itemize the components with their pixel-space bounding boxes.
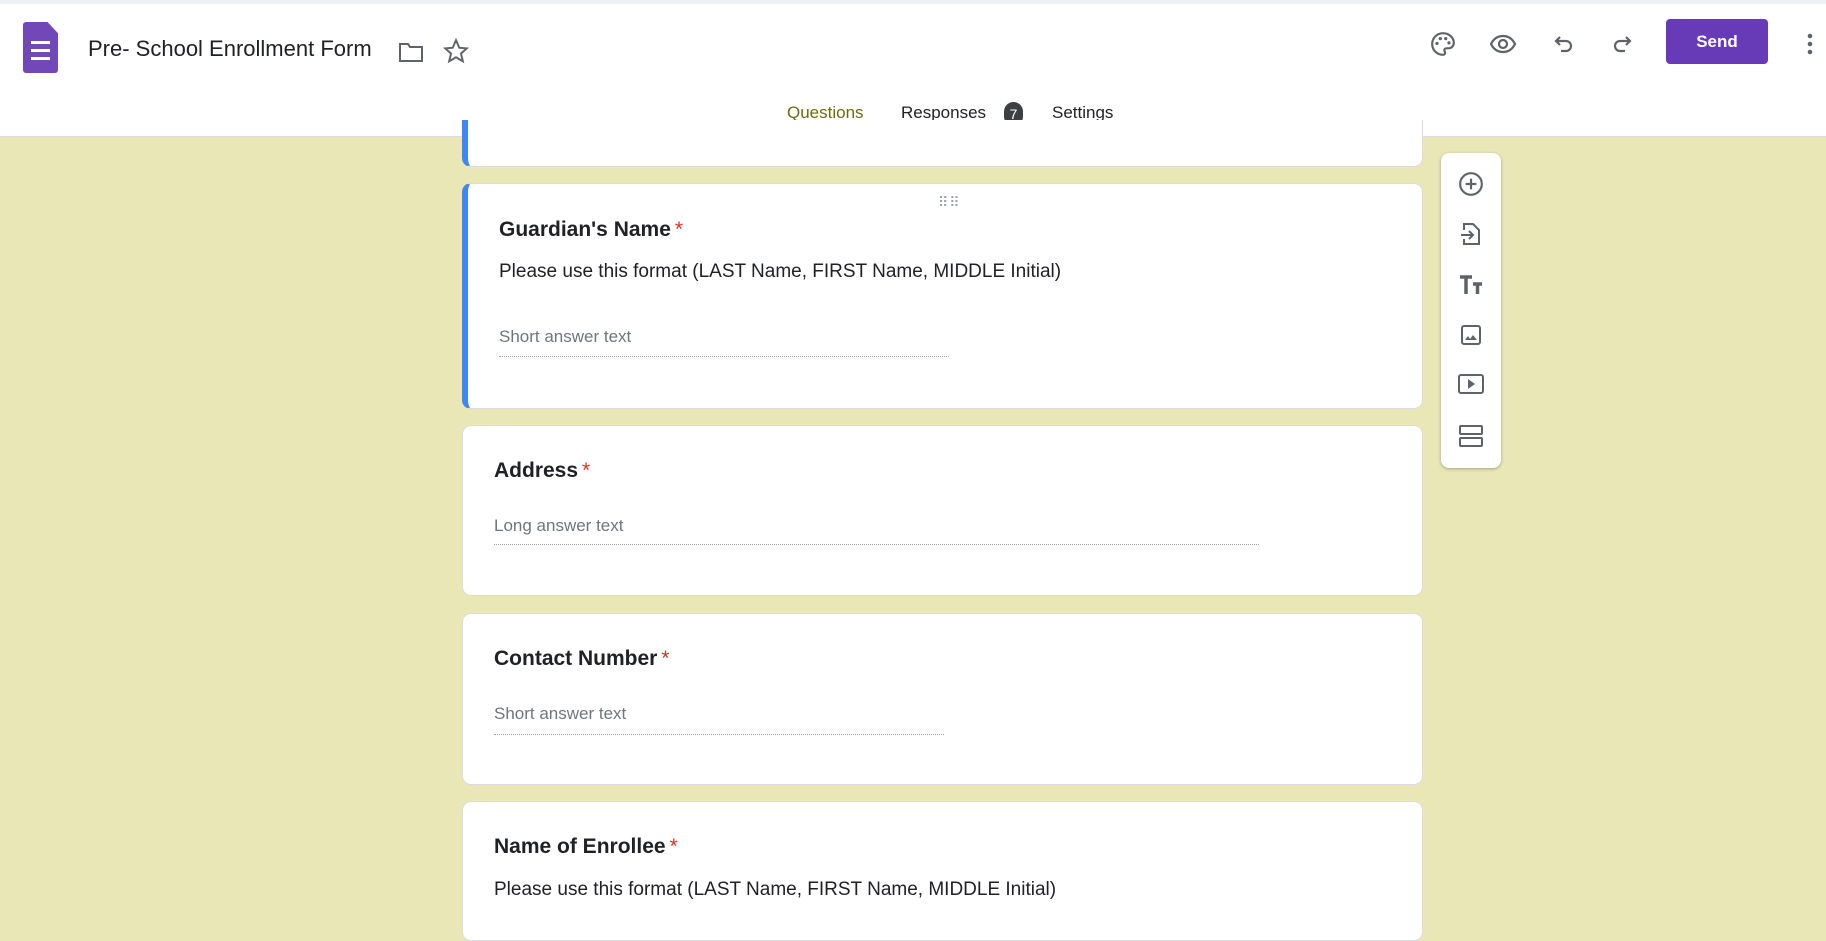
floating-toolbar	[1441, 153, 1501, 468]
preview-eye-icon[interactable]	[1488, 29, 1518, 59]
forms-logo-icon[interactable]	[23, 22, 58, 73]
add-section-icon[interactable]	[1456, 421, 1486, 451]
question-description: Please use this format (LAST Name, FIRST…	[499, 261, 1062, 282]
question-title-text: Address	[494, 459, 579, 482]
answer-underline	[494, 734, 944, 735]
app-header: Pre- School Enrollment Form Send Questio…	[0, 4, 1826, 137]
required-asterisk: *	[582, 459, 591, 482]
question-card-address[interactable]: Address * Long answer text	[462, 425, 1423, 596]
folder-icon[interactable]	[396, 37, 426, 67]
send-button[interactable]: Send	[1666, 19, 1768, 64]
question-description: Please use this format (LAST Name, FIRST…	[494, 879, 1057, 900]
required-asterisk: *	[669, 835, 678, 858]
question-title-text: Guardian's Name	[499, 218, 671, 241]
import-questions-icon[interactable]	[1456, 219, 1486, 249]
question-title: Name of Enrollee *	[494, 835, 678, 859]
question-card-guardians-name[interactable]: ⠿⠿ Guardian's Name * Please use this form…	[462, 183, 1423, 409]
add-video-icon[interactable]	[1456, 369, 1486, 399]
add-question-icon[interactable]	[1456, 169, 1486, 199]
question-title-text: Name of Enrollee	[494, 835, 666, 858]
add-image-icon[interactable]	[1456, 320, 1486, 350]
answer-placeholder: Short answer text	[494, 704, 627, 723]
form-title[interactable]: Pre- School Enrollment Form	[88, 36, 372, 62]
question-title: Address *	[494, 459, 590, 483]
previous-question-card[interactable]	[462, 120, 1423, 167]
palette-icon[interactable]	[1428, 29, 1458, 59]
more-options-icon[interactable]	[1800, 29, 1820, 59]
question-card-name-of-enrollee[interactable]: Name of Enrollee * Please use this format…	[462, 801, 1423, 941]
question-title: Guardian's Name *	[499, 218, 683, 242]
answer-placeholder: Long answer text	[494, 516, 624, 535]
drag-handle-icon[interactable]: ⠿⠿	[938, 194, 961, 211]
required-asterisk: *	[674, 218, 684, 241]
answer-underline	[499, 356, 949, 357]
add-title-text-icon[interactable]	[1456, 270, 1486, 300]
question-card-contact-number[interactable]: Contact Number * Short answer text	[462, 613, 1423, 785]
question-title-text: Contact Number	[494, 647, 658, 670]
required-asterisk: *	[661, 647, 670, 670]
redo-icon[interactable]	[1607, 29, 1637, 59]
undo-icon[interactable]	[1549, 29, 1579, 59]
star-icon[interactable]	[441, 36, 471, 66]
question-title: Contact Number *	[494, 647, 670, 671]
answer-placeholder: Short answer text	[499, 327, 632, 346]
answer-underline	[494, 544, 1259, 545]
